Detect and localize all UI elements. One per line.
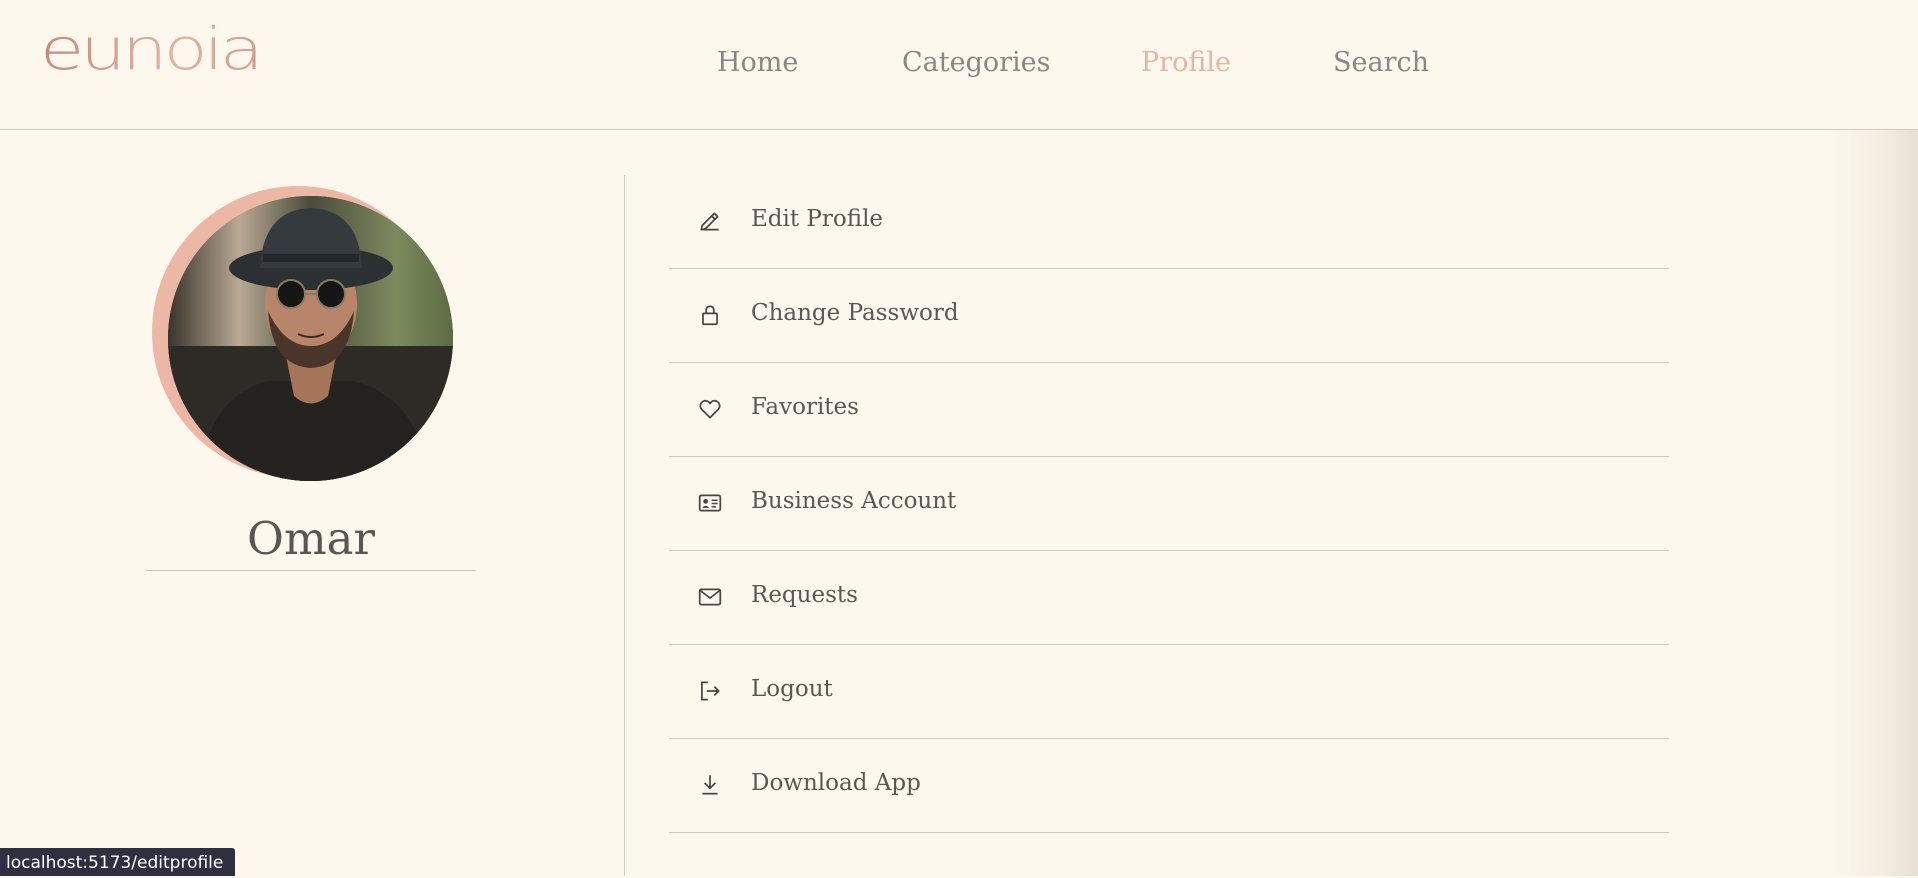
nav-categories-link[interactable]: Categories [902,47,1051,78]
username-underline [146,570,476,571]
nav-home-link[interactable]: Home [717,47,798,78]
menu-item-logout[interactable]: Logout [669,645,1669,739]
id-card-icon [698,494,722,512]
envelope-icon [698,588,722,606]
menu-item-edit-profile[interactable]: Edit Profile [669,175,1669,269]
logout-icon [701,681,720,701]
menu-label: Change Password [751,300,959,326]
menu-item-favorites[interactable]: Favorites [669,363,1669,457]
right-edge-shadow [1828,130,1918,876]
menu-label: Favorites [751,394,859,420]
menu-label: Business Account [751,488,957,514]
site-header: eunoia Home Categories Profile Search [0,0,1918,130]
menu-label: Download App [751,770,921,796]
profile-username: Omar [247,512,375,565]
browser-status-url: localhost:5173/editprofile [0,848,236,876]
menu-item-download-app[interactable]: Download App [669,739,1669,833]
menu-label: Logout [751,676,833,702]
lock-icon [702,305,718,326]
nav-search-link[interactable]: Search [1333,47,1429,78]
avatar[interactable] [168,196,453,481]
profile-menu: Edit Profile Change Password Favorites B… [669,175,1669,833]
eunoia-logo[interactable]: eunoia [40,20,264,78]
pencil-icon [700,212,719,231]
menu-label: Edit Profile [751,206,884,232]
nav-profile-link[interactable]: Profile [1141,47,1231,78]
menu-item-requests[interactable]: Requests [669,551,1669,645]
download-icon [702,775,718,795]
heart-icon [699,399,721,419]
menu-item-change-password[interactable]: Change Password [669,269,1669,363]
column-divider [624,175,625,876]
avatar-container [152,186,453,482]
avatar-photo [168,196,453,481]
menu-item-business-account[interactable]: Business Account [669,457,1669,551]
menu-label: Requests [751,582,858,608]
